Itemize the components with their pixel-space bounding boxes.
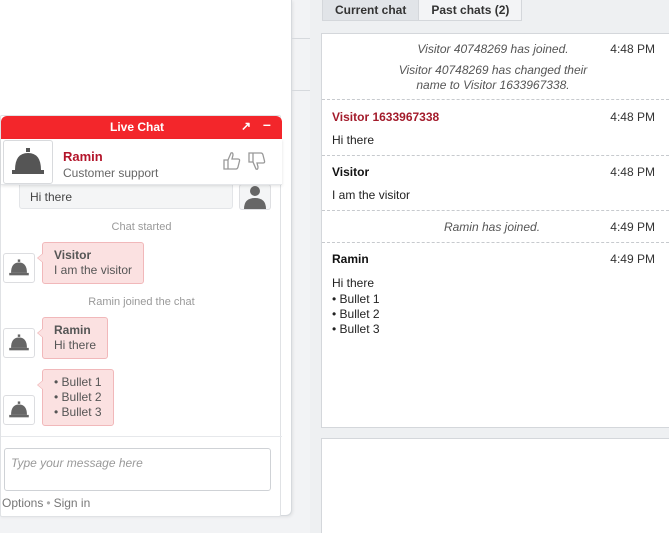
bell-avatar-icon: [12, 148, 44, 174]
bell-avatar-icon: [9, 401, 29, 418]
bullet-item: Bullet 3: [54, 405, 102, 420]
tab-current-chat[interactable]: Current chat: [322, 0, 420, 21]
visitor-avatar: [239, 185, 271, 210]
bullet-item: Bullet 2: [54, 390, 102, 405]
bullet-item: Bullet 2: [332, 307, 380, 322]
widget-messages: Hi there Chat started Visitor I am the v…: [1, 185, 282, 448]
visitor-avatar-icon: [244, 186, 266, 209]
system-message: Visitor 40748269 has joined. 4:48 PM Vis…: [322, 34, 669, 100]
bubble-text: Hi there: [54, 338, 97, 352]
bullet-item: Bullet 3: [332, 322, 380, 337]
operator-name: Ramin: [63, 149, 103, 164]
bullet-list: Bullet 1 Bullet 2 Bullet 3: [332, 292, 380, 337]
message-time: 4:48 PM: [610, 42, 655, 56]
system-message-text: Visitor 40748269 has changed their name …: [398, 63, 588, 92]
sender-name: Visitor: [332, 165, 370, 179]
thumbs-up-icon[interactable]: [222, 151, 242, 171]
transcript-message: Ramin 4:49 PM Hi there Bullet 1 Bullet 2…: [322, 243, 669, 343]
bubble-sender: Visitor: [54, 248, 92, 262]
transcript-message: Visitor 1633967338 4:48 PM Hi there: [322, 100, 669, 156]
message-time: 4:49 PM: [610, 252, 655, 266]
transcript-message: Visitor 4:48 PM I am the visitor: [322, 156, 669, 211]
operator-role: Customer support: [63, 166, 159, 180]
message-time: 4:48 PM: [610, 110, 655, 124]
bell-avatar-icon: [9, 259, 29, 276]
message-input[interactable]: Type your message here: [4, 448, 271, 491]
system-message-text: Visitor 40748269 has joined.: [417, 42, 569, 56]
operator-avatar: [3, 140, 53, 184]
live-chat-widget: Live Chat ↗ – Ramin Customer support Hi …: [0, 115, 282, 517]
message-time: 4:49 PM: [610, 220, 655, 234]
bubble-sender: Ramin: [54, 323, 91, 337]
chat-bubble: Bullet 1 Bullet 2 Bullet 3: [37, 369, 114, 426]
expand-icon[interactable]: ↗: [241, 119, 251, 133]
sender-name: Ramin: [332, 252, 369, 266]
message-text: Hi there: [332, 133, 375, 147]
message-text: I am the visitor: [332, 188, 411, 202]
minimize-icon[interactable]: –: [263, 116, 271, 132]
joined-note: Ramin joined the chat: [88, 296, 195, 308]
chat-bubble: Visitor I am the visitor: [36, 242, 145, 284]
message-text: Hi there: [332, 276, 375, 290]
widget-title: Live Chat: [109, 120, 164, 134]
tab-past-chats[interactable]: Past chats (2): [419, 0, 523, 21]
chat-started-note: Chat started: [111, 221, 172, 233]
sender-name: Visitor 1633967338: [332, 110, 440, 124]
operator-card: Ramin Customer support: [1, 139, 282, 185]
divider: [1, 436, 282, 437]
chat-bubble: Ramin Hi there: [36, 317, 109, 359]
bullet-list: Bullet 1 Bullet 2 Bullet 3: [54, 375, 102, 420]
bell-avatar-icon: [9, 334, 29, 351]
system-message: Ramin has joined. 4:49 PM: [322, 211, 669, 243]
transcript-panel: Visitor 40748269 has joined. 4:48 PM Vis…: [321, 33, 669, 428]
divider: [292, 38, 310, 39]
bell-avatar: [3, 395, 35, 425]
chat-tabs: Current chat Past chats (2): [322, 0, 523, 21]
bubble-text: I am the visitor: [54, 263, 133, 277]
thumbs-down-icon[interactable]: [247, 151, 267, 171]
bullet-item: Bullet 1: [54, 375, 102, 390]
system-message-text: Ramin has joined.: [443, 220, 541, 234]
visitor-message: Hi there: [19, 185, 233, 209]
bell-avatar: [3, 253, 35, 283]
lower-panel: [321, 438, 669, 533]
bullet-item: Bullet 1: [332, 292, 380, 307]
sign-in-link[interactable]: Sign in: [54, 496, 91, 510]
link-separator: •: [46, 496, 51, 510]
widget-links: Options • Sign in: [2, 496, 90, 510]
widget-header[interactable]: Live Chat ↗ –: [1, 116, 282, 139]
divider: [292, 90, 310, 91]
options-link[interactable]: Options: [2, 496, 43, 510]
bell-avatar: [3, 328, 35, 358]
message-time: 4:48 PM: [610, 165, 655, 179]
